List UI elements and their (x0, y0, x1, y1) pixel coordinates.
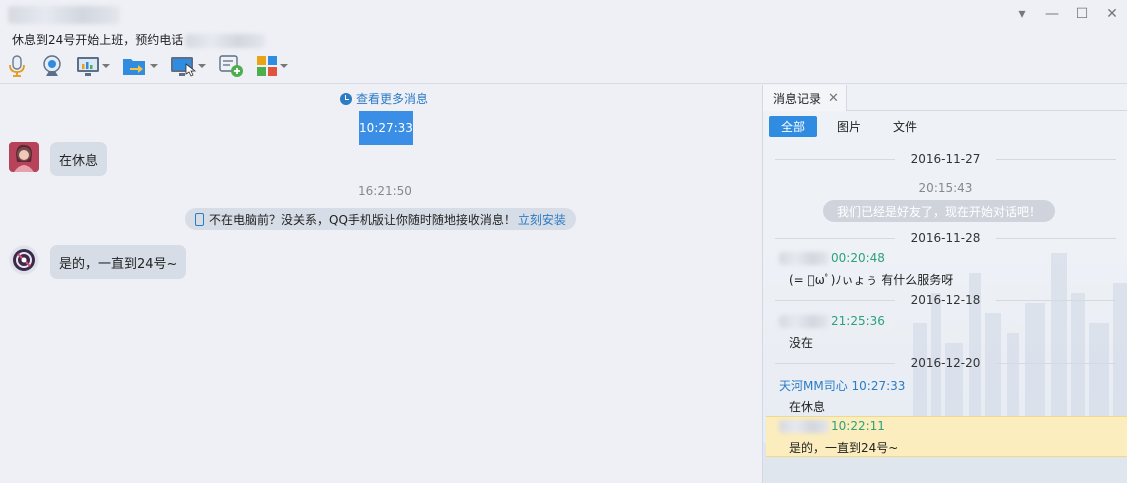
clock-icon (340, 92, 352, 105)
chat-area[interactable]: 查看更多消息 10:27:33 在休息 16:21:50 不在电脑前？没关系，Q… (0, 85, 762, 483)
avatar-logo (10, 246, 38, 274)
tab-label: 消息记录 (773, 91, 822, 106)
file-transfer-button[interactable] (122, 55, 158, 77)
history-timestamp: 20:15:43 (918, 181, 973, 195)
video-call-button[interactable] (40, 54, 64, 78)
new-chat-button[interactable] (218, 54, 244, 78)
history-sender: 10:22:11 (779, 419, 885, 433)
mobile-phone-icon (195, 212, 204, 226)
window-controls: ▾ — ☐ ✕ (1007, 0, 1127, 28)
screen-share-button[interactable] (76, 55, 110, 77)
sender-name-redacted (779, 314, 829, 328)
filter-images[interactable]: 图片 (825, 116, 873, 137)
sender-time: 10:22:11 (831, 419, 885, 433)
history-message[interactable]: 在休息 (789, 398, 825, 415)
chevron-down-icon (102, 64, 110, 68)
view-more-messages-label: 查看更多消息 (356, 92, 429, 106)
avatar-photo (9, 142, 39, 172)
tip-text: 不在电脑前？没关系，QQ手机版让你随时随地接收消息！ (209, 212, 516, 227)
contact-avatar[interactable] (9, 142, 39, 172)
file-transfer-icon (123, 59, 145, 75)
chat-window: 休息到24号开始上班，预约电话 ▾ — ☐ ✕ 查看更多消息 10:27:33 … (0, 0, 1127, 483)
date-separator: 2016-12-20 (763, 355, 1127, 371)
sender-time: 00:20:48 (831, 251, 885, 265)
date-separator: 2016-12-18 (763, 292, 1127, 308)
history-message[interactable]: 是的，一直到24号~ (789, 439, 898, 456)
message-bubble[interactable]: 是的，一直到24号~ (50, 245, 187, 279)
screen-share-icon (77, 57, 99, 76)
new-chat-icon (219, 55, 243, 77)
contact-status: 休息到24号开始上班，预约电话 (12, 31, 266, 48)
chevron-down-icon (150, 64, 158, 68)
apps-button[interactable] (256, 55, 288, 77)
message-timestamp-selected: 10:27:33 (359, 111, 413, 145)
my-avatar[interactable] (9, 245, 39, 275)
filter-all[interactable]: 全部 (769, 116, 818, 137)
filter-files[interactable]: 文件 (881, 116, 929, 137)
chevron-down-icon (198, 64, 206, 68)
history-sender: 天河MM司心 10:27:33 (779, 377, 905, 394)
view-more-messages-link[interactable]: 查看更多消息 (340, 90, 428, 107)
remote-desktop-button[interactable] (170, 55, 206, 77)
remote-desktop-icon (171, 57, 196, 77)
chevron-down-icon (280, 64, 288, 68)
mobile-qq-tip: 不在电脑前？没关系，QQ手机版让你随时随地接收消息！ 立刻安装 (185, 208, 576, 230)
maximize-button[interactable]: ☐ (1067, 0, 1097, 28)
system-message: 我们已经是好友了，现在开始对话吧！ (823, 200, 1055, 222)
history-sender: 21:25:36 (779, 314, 885, 328)
history-message[interactable]: (= ﾟωﾟ)ﾉぃょぅ 有什么服务呀 (789, 271, 953, 288)
history-sender: 00:20:48 (779, 251, 885, 265)
date-separator: 2016-11-28 (763, 230, 1127, 246)
chat-toolbar (6, 52, 300, 80)
history-message[interactable]: 没在 (789, 334, 813, 351)
status-text: 休息到24号开始上班，预约电话 (12, 33, 184, 47)
contact-name-redacted (8, 6, 120, 24)
date-separator: 2016-11-27 (763, 151, 1127, 167)
close-icon[interactable]: ✕ (828, 91, 839, 106)
minimize-button[interactable]: — (1037, 0, 1067, 28)
apps-icon (257, 56, 277, 76)
voice-call-button[interactable] (6, 54, 28, 78)
sender-time: 21:25:36 (831, 314, 885, 328)
video-camera-icon (43, 55, 61, 76)
sender-name-redacted (779, 251, 829, 265)
tab-message-history[interactable]: 消息记录 ✕ (763, 85, 847, 111)
install-now-link[interactable]: 立刻安装 (518, 211, 566, 228)
close-button[interactable]: ✕ (1097, 0, 1127, 28)
sender-name-redacted (779, 419, 829, 433)
message-history-panel: 消息记录 ✕ 全部 图片 文件 2016-11-27 20:15:43 我们已经… (762, 85, 1127, 483)
tab-divider (847, 110, 1127, 111)
history-filters: 全部 图片 文件 (769, 116, 937, 137)
dropdown-button[interactable]: ▾ (1007, 0, 1037, 28)
sender-name-time: 天河MM司心 10:27:33 (779, 379, 906, 393)
message-bubble[interactable]: 在休息 (50, 142, 108, 176)
header: 休息到24号开始上班，预约电话 ▾ — ☐ ✕ (0, 0, 1127, 84)
message-timestamp: 16:21:50 (358, 184, 412, 198)
phone-redacted (185, 33, 266, 48)
microphone-icon (9, 55, 25, 77)
